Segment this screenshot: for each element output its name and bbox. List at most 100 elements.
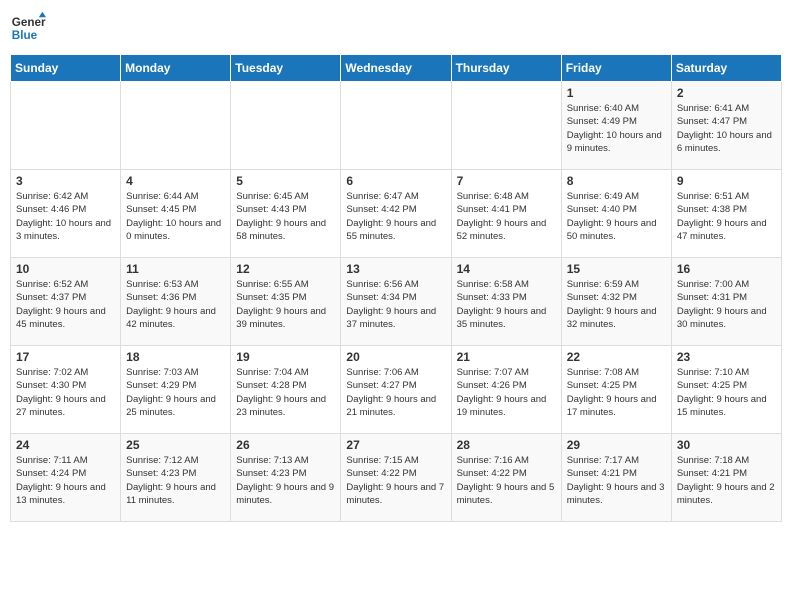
day-info: Sunrise: 6:51 AM Sunset: 4:38 PM Dayligh… [677,190,776,243]
day-info: Sunrise: 6:55 AM Sunset: 4:35 PM Dayligh… [236,278,335,331]
page-header: General Blue [10,10,782,46]
day-cell: 7Sunrise: 6:48 AM Sunset: 4:41 PM Daylig… [451,170,561,258]
day-cell: 17 Sunrise: 7:02 AM Sunset: 4:30 PM Dayli… [11,346,121,434]
day-cell: 24 Sunrise: 7:11 AM Sunset: 4:24 PM Dayli… [11,434,121,522]
col-header-thursday: Thursday [451,55,561,82]
day-cell: 19 Sunrise: 7:04 AM Sunset: 4:28 PM Dayli… [231,346,341,434]
day-info: Sunrise: 7:10 AM Sunset: 4:25 PM Dayligh… [677,366,776,419]
day-number: 4 [126,174,225,188]
day-number: 5 [236,174,335,188]
day-cell: 12Sunrise: 6:55 AM Sunset: 4:35 PM Dayli… [231,258,341,346]
day-number: 28 [457,438,556,452]
day-cell: 20 Sunrise: 7:06 AM Sunset: 4:27 PM Dayli… [341,346,451,434]
week-row-5: 24 Sunrise: 7:11 AM Sunset: 4:24 PM Dayli… [11,434,782,522]
day-number: 11 [126,262,225,276]
day-number: 19 [236,350,335,364]
day-cell: 14Sunrise: 6:58 AM Sunset: 4:33 PM Dayli… [451,258,561,346]
day-info: Sunrise: 7:11 AM Sunset: 4:24 PM Dayligh… [16,454,115,507]
day-number: 22 [567,350,666,364]
day-number: 29 [567,438,666,452]
day-number: 27 [346,438,445,452]
day-number: 24 [16,438,115,452]
day-cell: 1 Sunrise: 6:40 AM Sunset: 4:49 PM Daylig… [561,82,671,170]
day-number: 15 [567,262,666,276]
col-header-wednesday: Wednesday [341,55,451,82]
col-header-saturday: Saturday [671,55,781,82]
day-info: Sunrise: 7:18 AM Sunset: 4:21 PM Dayligh… [677,454,776,507]
day-cell [11,82,121,170]
day-cell [121,82,231,170]
day-info: Sunrise: 6:53 AM Sunset: 4:36 PM Dayligh… [126,278,225,331]
day-cell: 5 Sunrise: 6:45 AM Sunset: 4:43 PM Daylig… [231,170,341,258]
day-number: 2 [677,86,776,100]
day-number: 17 [16,350,115,364]
day-cell: 9 Sunrise: 6:51 AM Sunset: 4:38 PM Daylig… [671,170,781,258]
day-number: 1 [567,86,666,100]
calendar-header-row: SundayMondayTuesdayWednesdayThursdayFrid… [11,55,782,82]
day-info: Sunrise: 7:07 AM Sunset: 4:26 PM Dayligh… [457,366,556,419]
day-info: Sunrise: 7:03 AM Sunset: 4:29 PM Dayligh… [126,366,225,419]
day-cell: 8Sunrise: 6:49 AM Sunset: 4:40 PM Daylig… [561,170,671,258]
day-cell [341,82,451,170]
day-info: Sunrise: 7:17 AM Sunset: 4:21 PM Dayligh… [567,454,666,507]
day-number: 20 [346,350,445,364]
day-number: 6 [346,174,445,188]
logo-icon: General Blue [10,10,46,46]
day-info: Sunrise: 6:48 AM Sunset: 4:41 PM Dayligh… [457,190,556,243]
day-cell: 29 Sunrise: 7:17 AM Sunset: 4:21 PM Dayli… [561,434,671,522]
day-info: Sunrise: 6:58 AM Sunset: 4:33 PM Dayligh… [457,278,556,331]
day-info: Sunrise: 7:16 AM Sunset: 4:22 PM Dayligh… [457,454,556,507]
day-cell: 13Sunrise: 6:56 AM Sunset: 4:34 PM Dayli… [341,258,451,346]
logo: General Blue [10,10,52,46]
day-info: Sunrise: 6:42 AM Sunset: 4:46 PM Dayligh… [16,190,115,243]
week-row-2: 3 Sunrise: 6:42 AM Sunset: 4:46 PM Daylig… [11,170,782,258]
day-cell [231,82,341,170]
day-cell: 2 Sunrise: 6:41 AM Sunset: 4:47 PM Daylig… [671,82,781,170]
day-number: 3 [16,174,115,188]
col-header-tuesday: Tuesday [231,55,341,82]
day-info: Sunrise: 6:59 AM Sunset: 4:32 PM Dayligh… [567,278,666,331]
day-cell: 18 Sunrise: 7:03 AM Sunset: 4:29 PM Dayli… [121,346,231,434]
day-cell: 10 Sunrise: 6:52 AM Sunset: 4:37 PM Dayli… [11,258,121,346]
day-info: Sunrise: 7:13 AM Sunset: 4:23 PM Dayligh… [236,454,335,507]
day-info: Sunrise: 7:02 AM Sunset: 4:30 PM Dayligh… [16,366,115,419]
svg-text:General: General [12,16,46,29]
day-cell: 23 Sunrise: 7:10 AM Sunset: 4:25 PM Dayli… [671,346,781,434]
day-info: Sunrise: 6:45 AM Sunset: 4:43 PM Dayligh… [236,190,335,243]
day-cell: 27 Sunrise: 7:15 AM Sunset: 4:22 PM Dayli… [341,434,451,522]
day-number: 16 [677,262,776,276]
day-cell: 15 Sunrise: 6:59 AM Sunset: 4:32 PM Dayli… [561,258,671,346]
day-info: Sunrise: 6:52 AM Sunset: 4:37 PM Dayligh… [16,278,115,331]
day-number: 23 [677,350,776,364]
day-number: 8 [567,174,666,188]
day-info: Sunrise: 7:12 AM Sunset: 4:23 PM Dayligh… [126,454,225,507]
day-cell: 3 Sunrise: 6:42 AM Sunset: 4:46 PM Daylig… [11,170,121,258]
day-info: Sunrise: 6:40 AM Sunset: 4:49 PM Dayligh… [567,102,666,155]
day-number: 25 [126,438,225,452]
day-cell: 22 Sunrise: 7:08 AM Sunset: 4:25 PM Dayli… [561,346,671,434]
day-cell: 6 Sunrise: 6:47 AM Sunset: 4:42 PM Daylig… [341,170,451,258]
day-number: 9 [677,174,776,188]
day-cell: 21 Sunrise: 7:07 AM Sunset: 4:26 PM Dayli… [451,346,561,434]
day-number: 26 [236,438,335,452]
col-header-sunday: Sunday [11,55,121,82]
day-info: Sunrise: 6:47 AM Sunset: 4:42 PM Dayligh… [346,190,445,243]
day-info: Sunrise: 7:08 AM Sunset: 4:25 PM Dayligh… [567,366,666,419]
day-cell: 30Sunrise: 7:18 AM Sunset: 4:21 PM Dayli… [671,434,781,522]
svg-text:Blue: Blue [12,29,38,42]
day-info: Sunrise: 7:06 AM Sunset: 4:27 PM Dayligh… [346,366,445,419]
calendar-table: SundayMondayTuesdayWednesdayThursdayFrid… [10,54,782,522]
day-info: Sunrise: 7:04 AM Sunset: 4:28 PM Dayligh… [236,366,335,419]
day-info: Sunrise: 6:56 AM Sunset: 4:34 PM Dayligh… [346,278,445,331]
day-number: 10 [16,262,115,276]
col-header-monday: Monday [121,55,231,82]
day-cell: 28 Sunrise: 7:16 AM Sunset: 4:22 PM Dayli… [451,434,561,522]
day-info: Sunrise: 6:41 AM Sunset: 4:47 PM Dayligh… [677,102,776,155]
day-cell [451,82,561,170]
day-number: 18 [126,350,225,364]
week-row-3: 10 Sunrise: 6:52 AM Sunset: 4:37 PM Dayli… [11,258,782,346]
day-cell: 16Sunrise: 7:00 AM Sunset: 4:31 PM Dayli… [671,258,781,346]
day-info: Sunrise: 6:44 AM Sunset: 4:45 PM Dayligh… [126,190,225,243]
day-info: Sunrise: 7:15 AM Sunset: 4:22 PM Dayligh… [346,454,445,507]
day-number: 21 [457,350,556,364]
